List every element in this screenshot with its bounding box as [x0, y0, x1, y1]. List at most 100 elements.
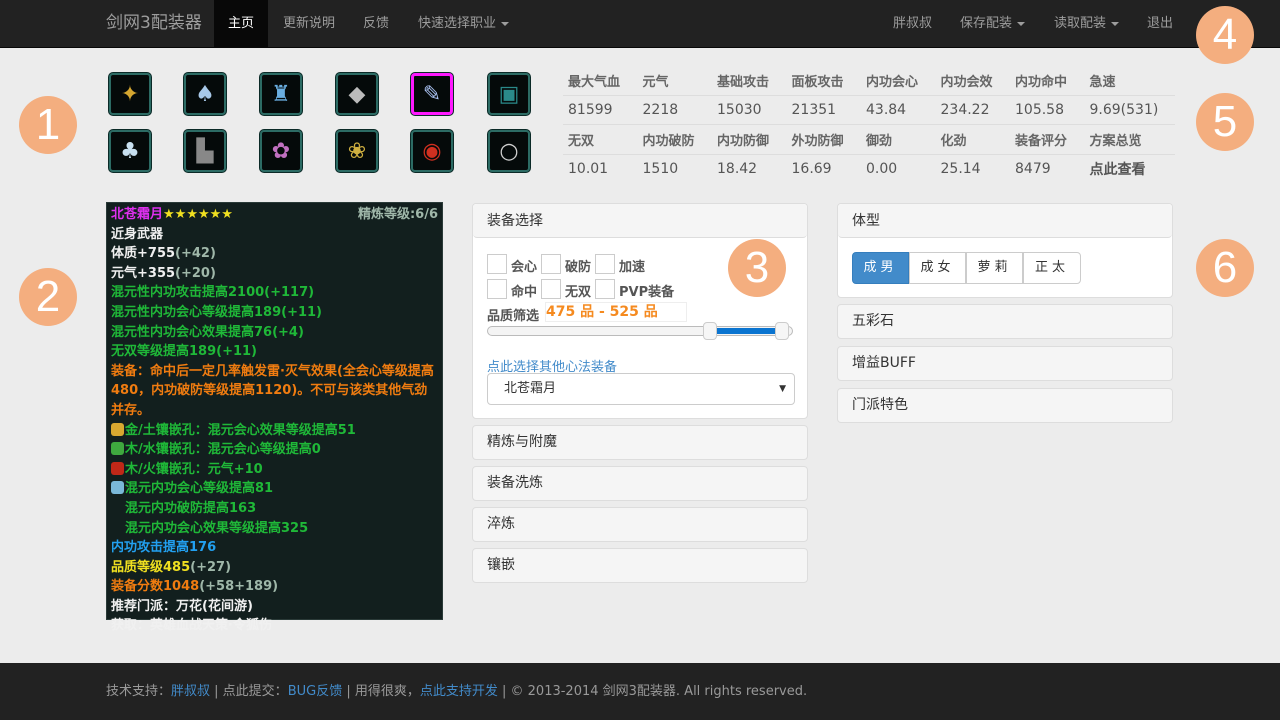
section-school-features[interactable]: 门派特色	[837, 388, 1173, 423]
nav-quick-class-dropdown[interactable]: 快速选择职业	[418, 0, 510, 47]
checkbox-crit[interactable]	[487, 254, 507, 274]
stat-label: 无双	[568, 133, 595, 149]
slider-handle-low[interactable]	[703, 322, 718, 340]
nav-load-label: 读取配装	[1054, 16, 1107, 31]
stat-label: 装备评分	[1015, 133, 1068, 149]
dropdown-arrow-icon: ▼	[779, 384, 786, 394]
section-temper[interactable]: 淬炼	[472, 507, 808, 542]
nav-user[interactable]: 胖叔叔	[893, 0, 932, 47]
quality-range-display: 475 品 - 525 品	[545, 302, 687, 322]
equipment-select[interactable]: 北苍霜月 ▼	[487, 373, 795, 405]
stat-value: 21351	[791, 101, 837, 118]
overview-link[interactable]: 点此查看	[1085, 159, 1160, 179]
stat-label: 基础攻击	[717, 74, 770, 90]
body-type-loli[interactable]: 萝莉	[966, 252, 1023, 284]
footer-support-link[interactable]: 胖叔叔	[171, 684, 210, 699]
checkbox-strain[interactable]	[541, 279, 561, 299]
nav-save-dropdown[interactable]: 保存配装	[960, 0, 1026, 47]
footer-text: | 点此提交：	[210, 684, 288, 699]
checkbox-hit[interactable]	[487, 279, 507, 299]
equip-slot-waist-pendant[interactable]: ❀	[336, 130, 378, 172]
equip-score: 装备分数1048(+58+189)	[111, 579, 279, 595]
equip-slot-chest[interactable]: ♠	[184, 73, 226, 115]
attack-bonus: 内功攻击提高176	[111, 540, 217, 556]
recommended-school: 推荐门派：万花(花间游)	[111, 598, 253, 614]
section-reforge[interactable]: 装备洗炼	[472, 466, 808, 501]
nav-home[interactable]: 主页	[214, 0, 269, 47]
checkbox-haste[interactable]	[595, 254, 615, 274]
equip-slot-belt[interactable]: ♜	[260, 73, 302, 115]
slider-range-fill	[711, 328, 785, 334]
stat-value: 43.84	[866, 101, 907, 118]
brand-link[interactable]: 剑网3配装器	[106, 0, 202, 47]
stats-header-row: 无双 内功破防 内功防御 外功防御 御劲 化劲 装备评分 方案总览	[563, 125, 1175, 155]
annotation-badge: 2	[19, 268, 77, 326]
item-name: 北苍霜月	[111, 207, 164, 222]
checkbox-overcome[interactable]	[541, 254, 561, 274]
section-inlay[interactable]: 镶嵌	[472, 548, 808, 583]
nav-load-dropdown[interactable]: 读取配装	[1054, 0, 1120, 47]
stats-header-row: 最大气血 元气 基础攻击 面板攻击 内功会心 内功会效 内功命中 急速	[563, 66, 1175, 96]
stat-label: 内功会效	[940, 74, 993, 90]
nav-changelog[interactable]: 更新说明	[283, 0, 335, 47]
nav-quick-class-label: 快速选择职业	[418, 16, 497, 31]
gem-icon	[111, 442, 124, 456]
nav-save-label: 保存配装	[960, 16, 1013, 31]
caret-down-icon	[1017, 21, 1026, 26]
stat-label: 外功防御	[791, 133, 844, 149]
equip-slot-ring-1[interactable]: ◉	[411, 130, 453, 172]
enchant-icon	[111, 481, 124, 495]
nav-logout[interactable]: 退出	[1147, 0, 1173, 47]
body-type-boy[interactable]: 正太	[1023, 252, 1081, 284]
equip-slot-bracer[interactable]: ◆	[336, 73, 378, 115]
section-refine-enchant[interactable]: 精炼与附魔	[472, 425, 808, 460]
stat-label: 急速	[1089, 74, 1116, 90]
footer-copyright: | © 2013-2014 剑网3配装器. All rights reserve…	[497, 684, 808, 699]
stat-value: 9.69(531)	[1089, 101, 1159, 118]
stat-value: 0.00	[866, 161, 898, 178]
section-colorful-stone[interactable]: 五彩石	[837, 304, 1173, 339]
enchant-line: 混元内功会心效果等级提高325	[125, 520, 309, 536]
equip-slot-hidden-weapon[interactable]: ▣	[488, 73, 530, 115]
stat-value: 8479	[1015, 161, 1051, 178]
quality-slider[interactable]	[487, 322, 793, 340]
equip-slot-ring-2[interactable]: ○	[488, 130, 530, 172]
quality-filter-label: 品质筛选	[487, 309, 540, 324]
body-type-title: 体型	[838, 204, 1172, 238]
equip-slot-shoes[interactable]: ▙	[184, 130, 226, 172]
magic-attr: 混元性内功会心等级提高189(+11)	[111, 304, 323, 320]
annotation-badge: 6	[1196, 239, 1254, 297]
stat-label: 元气	[642, 74, 669, 90]
stat-label: 内功破防	[642, 133, 695, 149]
annotation-badge: 1	[19, 96, 77, 154]
checkbox-label: 无双	[565, 285, 592, 300]
stat-label: 方案总览	[1089, 133, 1142, 149]
equip-slot-pendant[interactable]: ✿	[260, 130, 302, 172]
quality-level: 品质等级485(+27)	[111, 559, 232, 575]
stat-value: 105.58	[1015, 101, 1064, 118]
stat-label: 面板攻击	[791, 74, 844, 90]
footer-bug-link[interactable]: BUG反馈	[288, 684, 343, 699]
gem-icon	[111, 422, 124, 436]
base-attr: 元气+355(+20)	[111, 265, 216, 281]
footer: 技术支持：胖叔叔 | 点此提交：BUG反馈 | 用得很爽，点此支持开发 | © …	[0, 663, 1280, 720]
slider-handle-high[interactable]	[774, 322, 789, 340]
checkbox-pvp[interactable]	[595, 279, 615, 299]
stat-value: 1510	[642, 161, 679, 178]
equip-slot-pants[interactable]: ♣	[109, 130, 151, 172]
stat-value: 234.22	[940, 101, 990, 118]
footer-donate-link[interactable]: 点此支持开发	[420, 684, 498, 699]
section-buff[interactable]: 增益BUFF	[837, 346, 1173, 381]
navbar: 剑网3配装器 主页 更新说明 反馈 快速选择职业 胖叔叔 保存配装 读取配装 退…	[0, 0, 1280, 48]
socket-line: 木/火镶嵌孔：元气+10	[111, 460, 438, 480]
equip-slot-necklace-ornament[interactable]: ✦	[109, 73, 151, 115]
stat-value: 10.01	[568, 161, 609, 178]
annotation-badge: 3	[728, 239, 786, 297]
equip-slot-weapon[interactable]: ✎	[411, 73, 453, 115]
caret-down-icon	[501, 21, 510, 26]
equip-effect: 装备：命中后一定几率触发雷·灭气效果(全会心等级提高480，内功破防等级提高11…	[111, 363, 434, 418]
body-type-adult-female[interactable]: 成女	[909, 252, 966, 284]
stat-value: 2218	[642, 101, 679, 118]
nav-feedback[interactable]: 反馈	[363, 0, 389, 47]
body-type-adult-male[interactable]: 成男	[852, 252, 909, 284]
